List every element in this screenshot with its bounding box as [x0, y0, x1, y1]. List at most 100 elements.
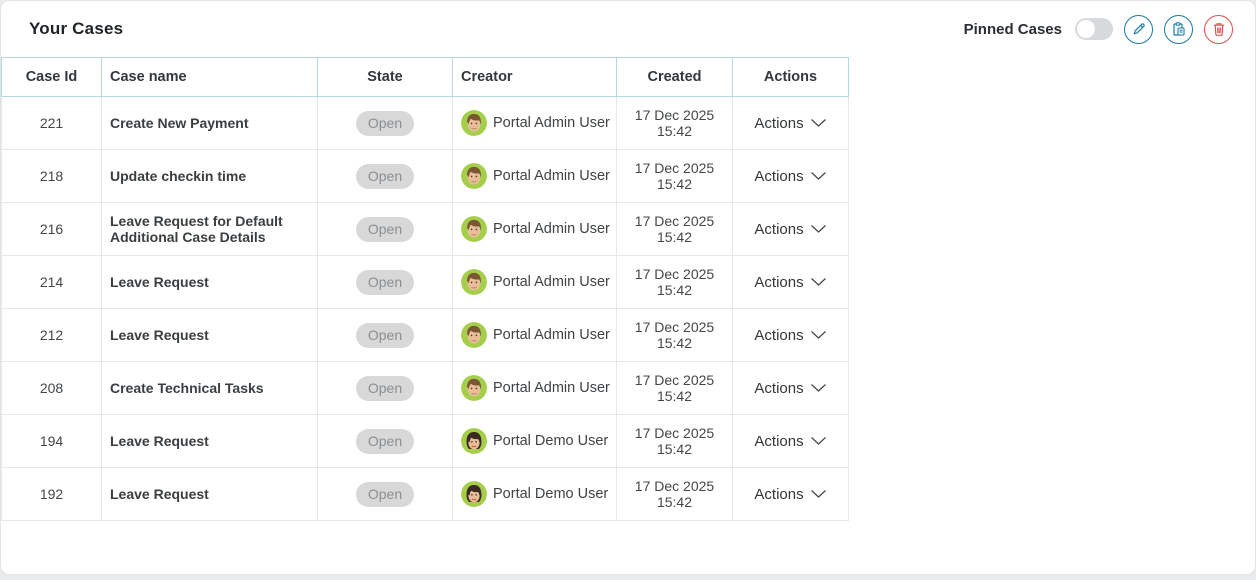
chevron-down-icon: [810, 274, 827, 291]
page-title: Your Cases: [29, 19, 123, 39]
topbar: Your Cases Pinned Cases: [1, 1, 1255, 57]
case-id: 194: [40, 433, 63, 449]
actions-dropdown[interactable]: Actions: [754, 115, 826, 132]
creator-avatar: [461, 216, 487, 242]
pinned-cases-toggle[interactable]: [1075, 18, 1113, 40]
case-name[interactable]: Create Technical Tasks: [110, 380, 264, 396]
state-badge: Open: [356, 482, 414, 507]
case-id: 216: [40, 221, 63, 237]
creator-cell: Portal Admin User: [453, 97, 617, 150]
table-row: 192 Leave Request Open Portal: [2, 468, 849, 521]
actions-cell: Actions: [733, 362, 849, 415]
created-cell: 17 Dec 2025 15:42: [617, 362, 733, 415]
column-header-case-id: Case Id: [2, 58, 102, 97]
state-badge: Open: [356, 164, 414, 189]
column-header-case-name: Case name: [102, 58, 318, 97]
case-name[interactable]: Leave Request: [110, 433, 209, 449]
case-name[interactable]: Leave Request for Default Additional Cas…: [110, 213, 283, 245]
case-name-cell[interactable]: Leave Request: [102, 415, 318, 468]
chevron-down-icon: [810, 433, 827, 450]
creator-cell: Portal Admin User: [453, 309, 617, 362]
edit-button[interactable]: [1124, 15, 1153, 44]
actions-cell: Actions: [733, 203, 849, 256]
chevron-down-icon: [810, 486, 827, 503]
creator-avatar: [461, 163, 487, 189]
cases-table: Case Id Case name State Creator Created …: [1, 57, 849, 521]
case-name-cell[interactable]: Leave Request: [102, 256, 318, 309]
actions-dropdown-label: Actions: [754, 115, 803, 132]
created-time: 15:42: [625, 229, 724, 245]
actions-cell: Actions: [733, 150, 849, 203]
copy-button[interactable]: [1164, 15, 1193, 44]
state-cell: Open: [318, 309, 453, 362]
case-name-cell[interactable]: Leave Request for Default Additional Cas…: [102, 203, 318, 256]
creator-name: Portal Admin User: [493, 327, 610, 343]
case-id-cell: 194: [2, 415, 102, 468]
actions-dropdown[interactable]: Actions: [754, 221, 826, 238]
trash-icon: [1211, 21, 1227, 37]
creator-name: Portal Admin User: [493, 380, 610, 396]
actions-cell: Actions: [733, 415, 849, 468]
creator-cell: Portal Admin User: [453, 150, 617, 203]
case-id-cell: 214: [2, 256, 102, 309]
actions-dropdown[interactable]: Actions: [754, 168, 826, 185]
creator-name: Portal Demo User: [493, 486, 608, 502]
cases-panel: Your Cases Pinned Cases: [1, 1, 1255, 574]
case-name[interactable]: Leave Request: [110, 327, 209, 343]
actions-dropdown[interactable]: Actions: [754, 380, 826, 397]
case-name-cell[interactable]: Update checkin time: [102, 150, 318, 203]
delete-button[interactable]: [1204, 15, 1233, 44]
actions-dropdown-label: Actions: [754, 433, 803, 450]
case-name-cell[interactable]: Leave Request: [102, 309, 318, 362]
chevron-down-icon: [810, 221, 827, 238]
created-date: 17 Dec 2025: [625, 372, 724, 388]
case-id: 214: [40, 274, 63, 290]
created-date: 17 Dec 2025: [625, 478, 724, 494]
case-id: 192: [40, 486, 63, 502]
actions-cell: Actions: [733, 468, 849, 521]
state-badge: Open: [356, 429, 414, 454]
state-cell: Open: [318, 415, 453, 468]
created-time: 15:42: [625, 388, 724, 404]
table-row: 216 Leave Request for Default Additional…: [2, 203, 849, 256]
state-badge: Open: [356, 376, 414, 401]
case-name[interactable]: Create New Payment: [110, 115, 249, 131]
cases-table-body: 221 Create New Payment Open Portal Admin…: [2, 97, 849, 521]
column-header-actions: Actions: [733, 58, 849, 97]
creator-name: Portal Admin User: [493, 168, 610, 184]
case-name[interactable]: Leave Request: [110, 486, 209, 502]
actions-dropdown-label: Actions: [754, 486, 803, 503]
state-cell: Open: [318, 150, 453, 203]
case-name[interactable]: Leave Request: [110, 274, 209, 290]
actions-dropdown[interactable]: Actions: [754, 486, 826, 503]
pinned-cases-label: Pinned Cases: [964, 21, 1062, 38]
case-name-cell[interactable]: Create Technical Tasks: [102, 362, 318, 415]
created-time: 15:42: [625, 441, 724, 457]
created-time: 15:42: [625, 282, 724, 298]
created-time: 15:42: [625, 494, 724, 510]
actions-dropdown[interactable]: Actions: [754, 433, 826, 450]
clipboard-icon: [1171, 21, 1187, 37]
case-name[interactable]: Update checkin time: [110, 168, 246, 184]
state-cell: Open: [318, 256, 453, 309]
created-cell: 17 Dec 2025 15:42: [617, 309, 733, 362]
created-cell: 17 Dec 2025 15:42: [617, 203, 733, 256]
column-header-created: Created: [617, 58, 733, 97]
creator-cell: Portal Admin User: [453, 362, 617, 415]
column-header-state: State: [318, 58, 453, 97]
case-id-cell: 221: [2, 97, 102, 150]
table-row: 218 Update checkin time Open Portal Admi…: [2, 150, 849, 203]
created-cell: 17 Dec 2025 15:42: [617, 97, 733, 150]
actions-dropdown[interactable]: Actions: [754, 327, 826, 344]
chevron-down-icon: [810, 380, 827, 397]
state-cell: Open: [318, 203, 453, 256]
table-row: 208 Create Technical Tasks Open Portal A…: [2, 362, 849, 415]
created-date: 17 Dec 2025: [625, 160, 724, 176]
actions-dropdown[interactable]: Actions: [754, 274, 826, 291]
case-name-cell[interactable]: Leave Request: [102, 468, 318, 521]
creator-name: Portal Admin User: [493, 115, 610, 131]
table-row: 221 Create New Payment Open Portal Admin…: [2, 97, 849, 150]
case-name-cell[interactable]: Create New Payment: [102, 97, 318, 150]
table-row: 214 Leave Request Open Portal Admin User: [2, 256, 849, 309]
created-time: 15:42: [625, 176, 724, 192]
